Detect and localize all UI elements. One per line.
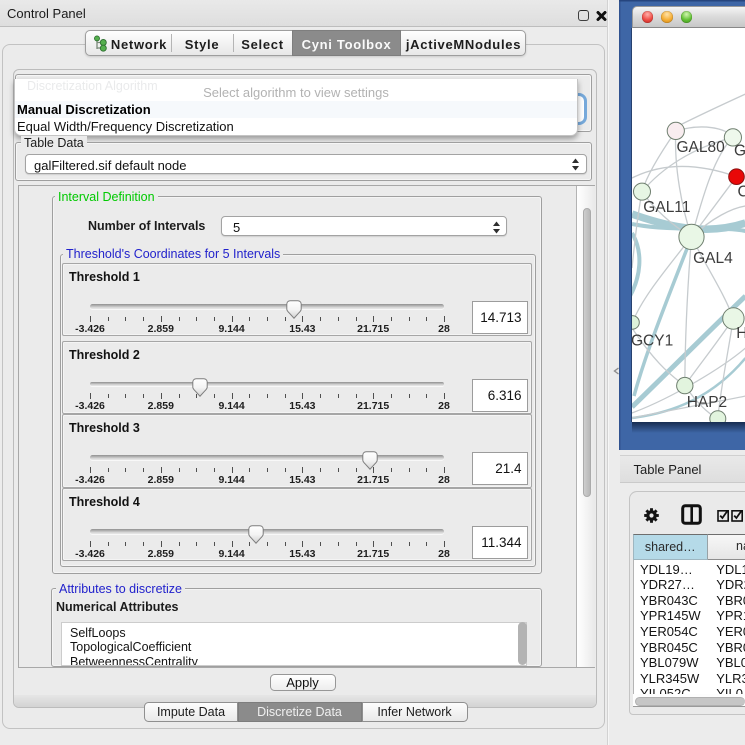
svg-text:HAP2: HAP2: [686, 394, 727, 411]
svg-text:GA: GA: [734, 142, 745, 159]
svg-text:GAL11: GAL11: [643, 199, 690, 216]
svg-text:GAL4: GAL4: [693, 250, 733, 267]
svg-text:GAL80: GAL80: [676, 138, 725, 155]
svg-text:GCY1: GCY1: [632, 332, 673, 349]
svg-text:C: C: [737, 183, 745, 200]
svg-text:H: H: [736, 324, 745, 341]
